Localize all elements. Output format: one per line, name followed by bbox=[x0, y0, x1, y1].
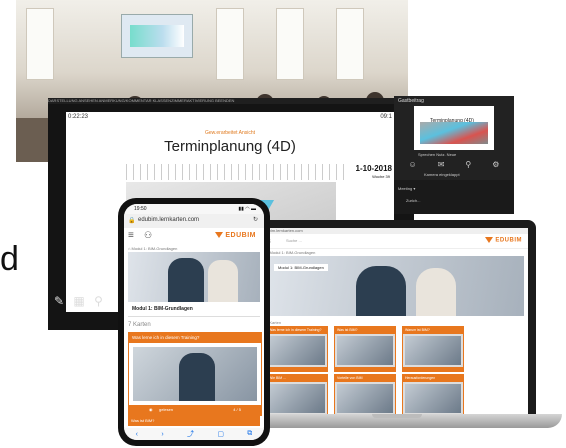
forward-icon[interactable]: › bbox=[161, 431, 163, 438]
phone-address-bar[interactable]: 🔒 edubim.lernkarten.com ↻ bbox=[124, 214, 264, 228]
search-input[interactable]: Suche ... bbox=[286, 238, 302, 243]
search-icon[interactable]: ⚲ bbox=[465, 160, 471, 169]
phone-url: edubim.lernkarten.com bbox=[138, 217, 200, 223]
phone-status-bar: 19:50 ▮▮ ◠ ▬ bbox=[124, 204, 264, 214]
meeting-title: Gastbeitrag bbox=[398, 98, 424, 104]
participant-name: Zurich... bbox=[406, 198, 421, 203]
meeting-panel: Gastbeitrag Terminplanung (4D) Sprechen … bbox=[394, 96, 514, 214]
edubim-logo[interactable]: EDUBIM bbox=[485, 237, 522, 244]
status-icons: ▮▮ ◠ ▬ bbox=[238, 206, 256, 212]
slide-page-indicator: 09:1 bbox=[380, 114, 392, 120]
presentation-toolbar[interactable]: DARSTELLUNG ANSEHEN ANMERKUNG/KOMMENTAR … bbox=[48, 98, 414, 104]
share-icon[interactable]: ⤴ bbox=[187, 429, 194, 439]
camera-status: Kamera eingeklappt bbox=[424, 172, 460, 177]
laptop-screen: edubim.lernkarten.com ≡ Suche ... EDUBIM… bbox=[262, 228, 528, 414]
window bbox=[276, 8, 304, 80]
slide-title: Terminplanung (4D) bbox=[164, 138, 296, 155]
browser-toolbar: ‹ › ⤴ ▢ ⧉ bbox=[124, 428, 264, 440]
smartphone: 19:50 ▮▮ ◠ ▬ 🔒 edubim.lernkarten.com ↻ ≡… bbox=[118, 198, 270, 446]
pen-icon[interactable]: ✎ bbox=[54, 294, 64, 308]
participants-label: Sprechen Nutz. Neue bbox=[418, 152, 457, 157]
breadcrumb[interactable]: ⌂ Modul 1: BIM-Grundlagen bbox=[128, 246, 177, 251]
card-footer: ◉ gelesen 4 / 5 bbox=[129, 405, 261, 415]
module-badge: Modul 1: BIM-Grundlagen bbox=[274, 264, 328, 271]
settings-icon[interactable]: ⚙ bbox=[492, 160, 499, 169]
chat-icon[interactable]: ✉ bbox=[438, 160, 445, 169]
lesson-card[interactable]: Warum ist BIM? bbox=[402, 326, 464, 372]
laptop-navbar: ≡ Suche ... EDUBIM bbox=[262, 234, 528, 249]
phone-navbar: ≡ ⚇ EDUBIM bbox=[124, 228, 264, 244]
lesson-card[interactable]: Vorteile von BIM bbox=[334, 374, 396, 414]
slide-subtitle: Gew.erarbeitet Ansicht bbox=[204, 130, 256, 136]
lesson-card-header[interactable]: Was ist BIM? bbox=[128, 416, 260, 426]
phone-screen: 19:50 ▮▮ ◠ ▬ 🔒 edubim.lernkarten.com ↻ ≡… bbox=[124, 204, 264, 440]
breadcrumb[interactable]: ⌂ Modul 1: BIM-Grundlagen bbox=[266, 250, 315, 255]
people-icon[interactable]: ☺ bbox=[409, 160, 417, 169]
slide-timer: 0:22:23 bbox=[68, 114, 89, 120]
lock-icon: 🔒 bbox=[128, 218, 136, 224]
lesson-card[interactable]: Was lerne ich in diesem Training? ◉ gele… bbox=[128, 332, 262, 416]
window bbox=[216, 8, 244, 80]
laptop-base bbox=[232, 414, 562, 428]
gantt-timeline bbox=[126, 164, 346, 180]
card-header: Was lerne ich in diesem Training? bbox=[129, 333, 261, 343]
module-hero: Modul 1: BIM-Grundlagen bbox=[266, 256, 524, 316]
window bbox=[26, 8, 54, 80]
status-time: 19:50 bbox=[134, 206, 147, 212]
user-icon[interactable]: ⚇ bbox=[144, 230, 152, 241]
menu-icon[interactable]: ≡ bbox=[128, 230, 134, 241]
layout-icon[interactable]: ▦ bbox=[73, 294, 84, 308]
eye-icon: ◉ bbox=[149, 407, 153, 412]
edubim-logo[interactable]: EDUBIM bbox=[215, 232, 256, 239]
lesson-card[interactable]: Wie BIM ... bbox=[266, 374, 328, 414]
annotation-tools: ✎ ▦ ⚲ bbox=[54, 294, 114, 316]
lesson-card[interactable]: Herausforderungen bbox=[402, 374, 464, 414]
window bbox=[336, 8, 364, 80]
module-title: Modul 1: BIM-Grundlagen bbox=[128, 302, 260, 317]
bookmarks-icon[interactable]: ▢ bbox=[217, 430, 224, 438]
shared-screen-thumbnail[interactable]: Terminplanung (4D) bbox=[414, 106, 494, 150]
slide-date-sub: Woche 39 bbox=[372, 174, 390, 179]
module-hero bbox=[128, 252, 260, 302]
lesson-card[interactable]: Was lerne ich in diesem Training? bbox=[266, 326, 328, 372]
lesson-card[interactable]: Was ist BIM? bbox=[334, 326, 396, 372]
reload-icon[interactable]: ↻ bbox=[253, 216, 258, 223]
slide-date: 1-10-2018 bbox=[355, 164, 392, 173]
laptop: edubim.lernkarten.com ≡ Suche ... EDUBIM… bbox=[254, 220, 536, 416]
card-image bbox=[133, 347, 257, 401]
tabs-icon[interactable]: ⧉ bbox=[247, 430, 252, 438]
projector-screen bbox=[121, 14, 193, 58]
cards-count: 7 Karten bbox=[128, 322, 151, 328]
back-icon[interactable]: ‹ bbox=[136, 431, 138, 438]
meeting-controls: ☺ ✉ ⚲ ⚙ bbox=[398, 160, 510, 169]
meeting-footer: Meeting ▾ Zurich... bbox=[394, 180, 514, 214]
cropped-letter: d bbox=[0, 240, 19, 278]
meeting-dropdown[interactable]: Meeting ▾ bbox=[398, 186, 415, 191]
zoom-icon[interactable]: ⚲ bbox=[94, 294, 103, 308]
